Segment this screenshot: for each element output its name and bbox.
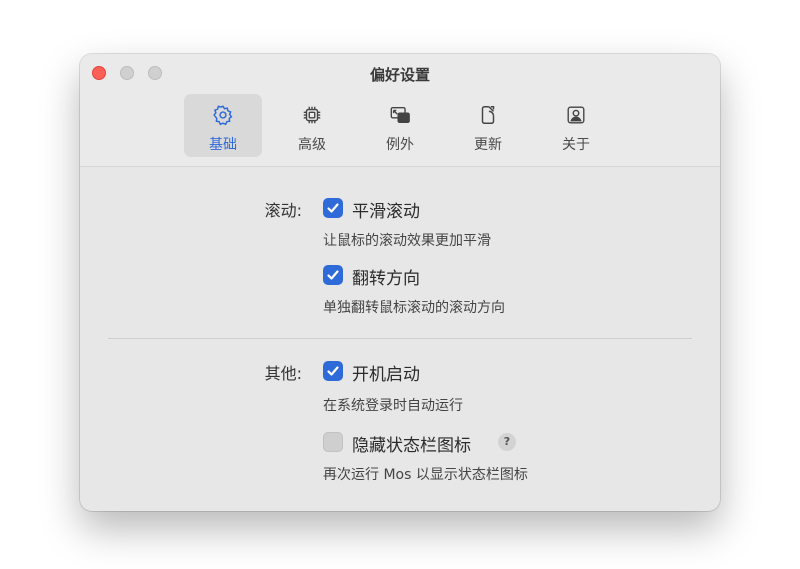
chip-icon xyxy=(303,106,321,124)
launch-at-login-description: 在系统登录时自动运行 xyxy=(323,398,463,414)
launch-at-login-checkbox[interactable] xyxy=(323,361,343,381)
tab-about[interactable]: 关于 xyxy=(537,94,615,157)
hide-status-icon-label[interactable]: 隐藏状态栏图标 xyxy=(352,431,471,456)
other-section-label: 其他: xyxy=(264,364,302,383)
checkmark-icon xyxy=(327,203,339,213)
about-icon xyxy=(567,106,585,124)
tab-update[interactable]: 更新 xyxy=(449,94,527,157)
tab-label: 例外 xyxy=(386,137,414,153)
reverse-direction-description: 单独翻转鼠标滚动的滚动方向 xyxy=(323,300,505,316)
hide-status-icon-checkbox[interactable] xyxy=(323,432,343,452)
tab-label: 高级 xyxy=(298,137,326,153)
section-divider xyxy=(108,338,692,339)
hide-status-icon-description: 再次运行 Mos 以显示状态栏图标 xyxy=(323,467,528,483)
toolbar: 偏好设置 基础 高级 例外 更新 关于 xyxy=(80,54,720,167)
checkmark-icon xyxy=(327,366,339,376)
tab-label: 关于 xyxy=(562,137,590,153)
smooth-scroll-label[interactable]: 平滑滚动 xyxy=(352,197,420,222)
window-exception-icon xyxy=(390,106,410,124)
smooth-scroll-checkbox[interactable] xyxy=(323,198,343,218)
tab-advanced[interactable]: 高级 xyxy=(273,94,351,157)
tab-exceptions[interactable]: 例外 xyxy=(361,94,439,157)
tab-label: 基础 xyxy=(209,137,237,153)
reverse-direction-checkbox[interactable] xyxy=(323,265,343,285)
launch-at-login-label[interactable]: 开机启动 xyxy=(352,360,420,385)
reverse-direction-label[interactable]: 翻转方向 xyxy=(352,264,420,289)
window-title: 偏好设置 xyxy=(369,66,430,84)
smooth-scroll-description: 让鼠标的滚动效果更加平滑 xyxy=(323,233,491,249)
help-button[interactable]: ? xyxy=(498,433,516,451)
tab-basic[interactable]: 基础 xyxy=(184,94,262,157)
preferences-window: 偏好设置 基础 高级 例外 更新 关于 滚动: 平滑滚动 让鼠标的滚动效果更加平… xyxy=(80,54,720,511)
tab-label: 更新 xyxy=(474,137,502,153)
scroll-section-label: 滚动: xyxy=(264,201,302,220)
update-icon xyxy=(481,106,495,124)
gear-icon xyxy=(213,105,233,126)
checkmark-icon xyxy=(327,270,339,280)
